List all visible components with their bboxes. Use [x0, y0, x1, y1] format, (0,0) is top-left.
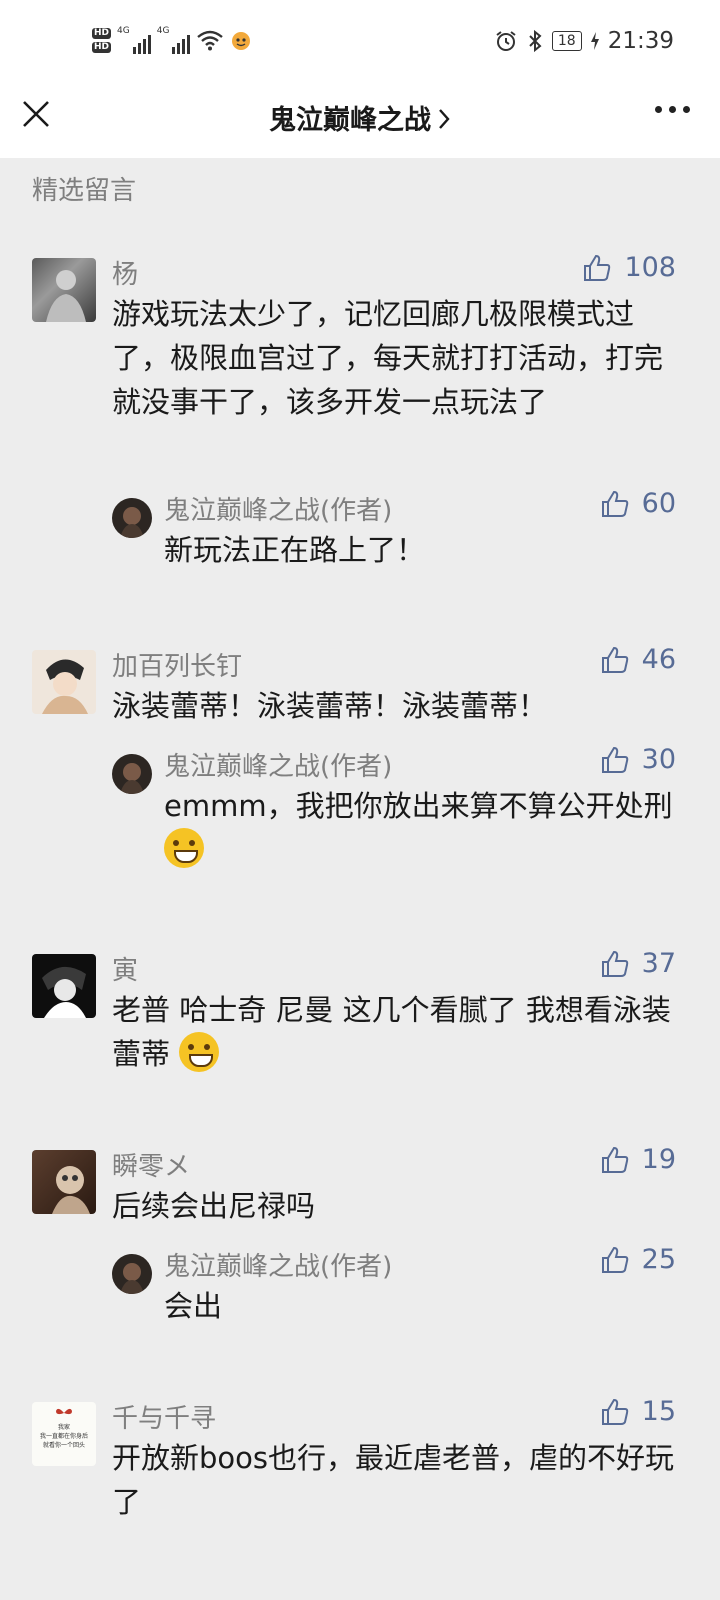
- status-right: 18 21:39: [494, 28, 674, 54]
- like-button[interactable]: 37: [600, 948, 676, 979]
- comment-text: 老普 哈士奇 尼曼 这几个看腻了 我想看泳装蕾蒂: [112, 988, 682, 1076]
- commenter-name[interactable]: 寅: [112, 950, 138, 987]
- author-avatar[interactable]: [112, 498, 152, 538]
- nav-bar: 鬼泣巅峰之战: [0, 80, 720, 158]
- thumbs-up-icon: [601, 646, 628, 673]
- comment-text: 泳装蕾蒂！泳装蕾蒂！泳装蕾蒂！: [112, 689, 548, 723]
- reply-text: emmm，我把你放出来算不算公开处刑: [164, 784, 684, 872]
- thumbs-up-icon: [584, 254, 611, 281]
- net-type-2: 4G: [156, 26, 170, 36]
- signal-icon-2: 4G: [157, 26, 191, 54]
- avatar-caption-3: 就看你一个回头: [42, 1442, 85, 1449]
- avatar[interactable]: [32, 954, 96, 1018]
- reply-author-name[interactable]: 鬼泣巅峰之战(作者): [164, 490, 392, 527]
- like-count: 60: [641, 488, 676, 519]
- battery-indicator: 18: [551, 31, 582, 51]
- like-count: 46: [641, 644, 676, 675]
- commenter-name[interactable]: 瞬零メ: [112, 1146, 190, 1183]
- like-count: 25: [641, 1244, 676, 1275]
- avatar[interactable]: [32, 258, 96, 322]
- reply-author-name[interactable]: 鬼泣巅峰之战(作者): [164, 746, 392, 783]
- reply-text-content: emmm，我把你放出来算不算公开处刑: [164, 789, 673, 823]
- title-text: 鬼泣巅峰之战: [269, 105, 431, 136]
- avatar-caption-1: 我家: [57, 1424, 70, 1431]
- comment-text: 开放新boos也行，最近虐老普，虐的不好玩了: [112, 1441, 675, 1519]
- like-button[interactable]: 108: [582, 252, 676, 283]
- hd-badge-1: HD: [92, 27, 112, 39]
- thumbs-up-icon: [601, 490, 628, 517]
- wifi-icon: [197, 30, 224, 51]
- thumbs-up-icon: [601, 1246, 628, 1273]
- thumbs-up-icon: [601, 746, 628, 773]
- charging-icon: [590, 32, 599, 50]
- alarm-icon: [496, 31, 516, 51]
- reply-like-button[interactable]: 30: [600, 744, 676, 775]
- hd-badge-2: HD: [92, 41, 112, 53]
- commenter-name[interactable]: 杨: [112, 254, 138, 291]
- author-avatar[interactable]: [112, 1254, 152, 1294]
- like-button[interactable]: 19: [600, 1144, 676, 1175]
- reply-text: 新玩法正在路上了！: [164, 533, 426, 567]
- reply-like-button[interactable]: 25: [600, 1244, 676, 1275]
- reply-like-button[interactable]: 60: [600, 488, 676, 519]
- more-options-button[interactable]: [655, 106, 690, 113]
- thumbs-up-icon: [601, 1146, 628, 1173]
- like-count: 15: [641, 1396, 676, 1427]
- commenter-name[interactable]: 千与千寻: [112, 1398, 216, 1435]
- reply-text: 会出: [164, 1289, 223, 1323]
- reply-author-name[interactable]: 鬼泣巅峰之战(作者): [164, 1246, 392, 1283]
- avatar[interactable]: 我家 我一直都在你身后 就看你一个回头: [32, 1402, 96, 1466]
- avatar[interactable]: [32, 1150, 96, 1214]
- chevron-right-icon: [439, 109, 450, 129]
- like-count: 37: [641, 948, 676, 979]
- comment-text: 后续会出尼禄吗: [112, 1189, 316, 1223]
- thumbs-up-icon: [601, 950, 628, 977]
- like-count: 108: [624, 252, 676, 283]
- like-button[interactable]: 46: [600, 644, 676, 675]
- like-button[interactable]: 15: [600, 1396, 676, 1427]
- status-left: HD HD 4G 4G: [92, 22, 252, 58]
- avatar-caption-2: 我一直都在你身后: [39, 1433, 88, 1440]
- clock: 21:39: [607, 28, 674, 54]
- app-notification-icon: [232, 32, 251, 50]
- thumbs-up-icon: [601, 1398, 628, 1425]
- avatar[interactable]: [32, 650, 96, 714]
- net-type-1: 4G: [117, 26, 130, 36]
- author-avatar[interactable]: [112, 754, 152, 794]
- commenter-name[interactable]: 加百列长钉: [112, 646, 242, 683]
- wink-emoji-icon: [164, 828, 204, 868]
- status-bar: HD HD 4G 4G 18 21:39: [0, 0, 720, 80]
- like-count: 30: [641, 744, 676, 775]
- bluetooth-icon: [529, 29, 542, 53]
- page-title[interactable]: 鬼泣巅峰之战: [0, 98, 720, 137]
- like-count: 19: [641, 1144, 676, 1175]
- butterfly-icon: [56, 1408, 72, 1415]
- grin-emoji-icon: [179, 1032, 220, 1072]
- signal-icon-1: 4G: [117, 26, 151, 54]
- section-title: 精选留言: [32, 176, 137, 206]
- comment-text: 游戏玩法太少了，记忆回廊几极限模式过了，极限血宫过了，每天就打打活动，打完就没事…: [112, 297, 664, 419]
